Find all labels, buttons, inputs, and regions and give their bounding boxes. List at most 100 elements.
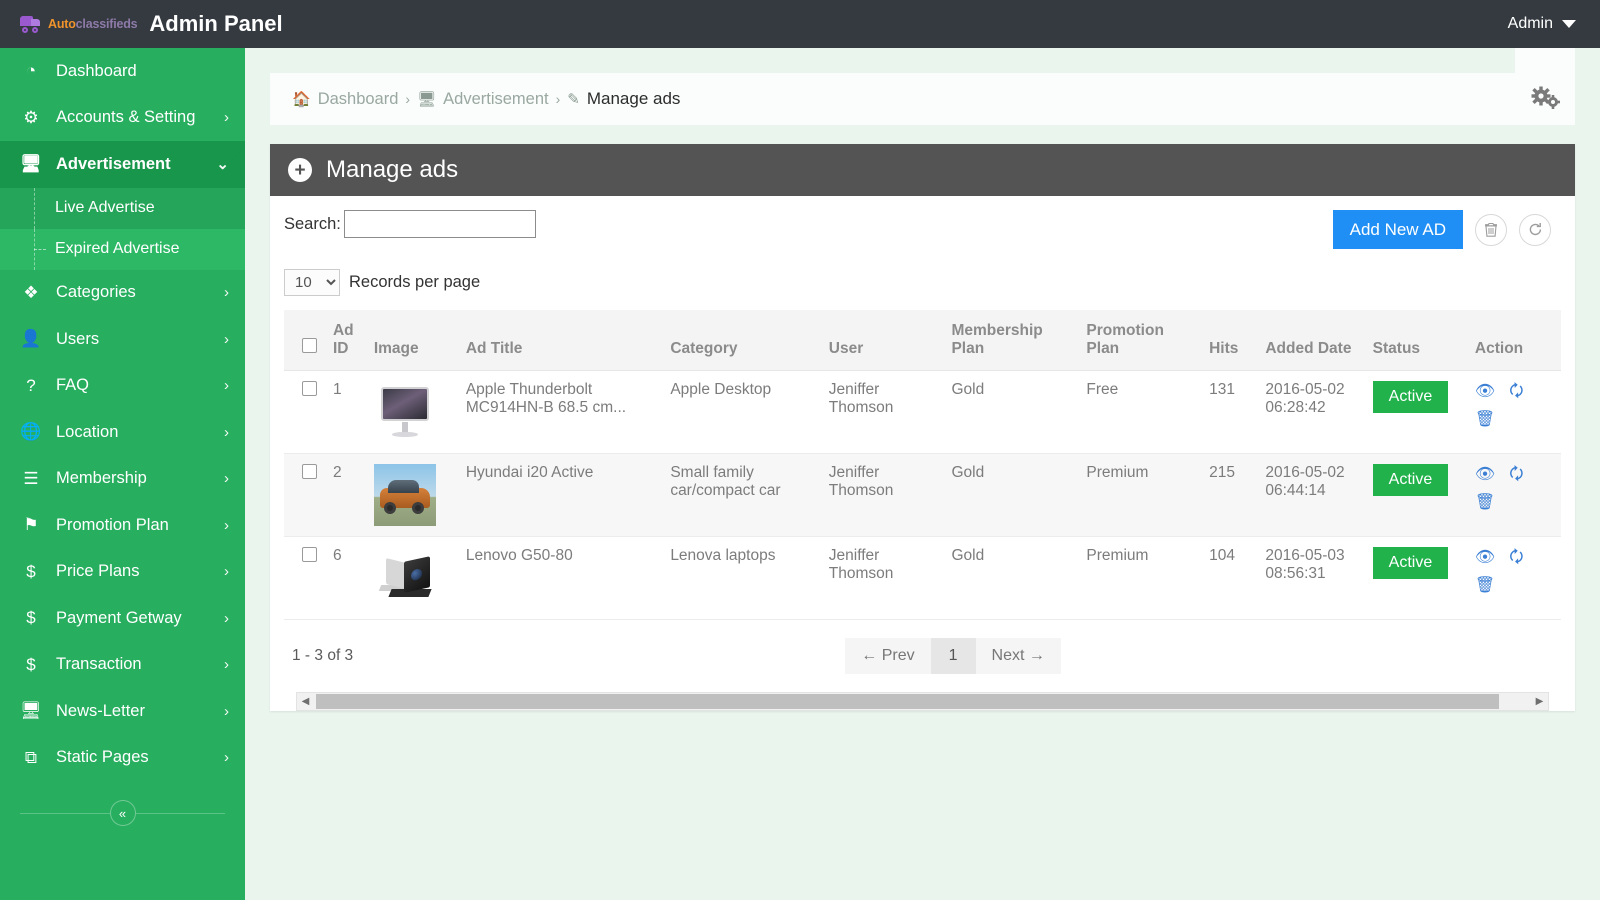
row-checkbox[interactable] — [302, 381, 317, 396]
brand-logo[interactable]: Autoclassifieds Admin Panel — [0, 0, 283, 48]
sidebar-item-news-letter[interactable]: 🖥 News-Letter › — [0, 688, 245, 735]
header-membership-plan[interactable]: Membership Plan — [945, 310, 1081, 371]
sidebar-item-categories[interactable]: ❖ Categories › — [0, 270, 245, 317]
settings-gear-button[interactable] — [1515, 48, 1575, 125]
brand-wordmark: Autoclassifieds — [48, 17, 138, 31]
header-ad-id[interactable]: Ad ID — [326, 310, 368, 371]
cell-hits: 215 — [1203, 453, 1260, 537]
edit-icon[interactable]: 🗘 — [1509, 550, 1523, 566]
chevron-right-icon[interactable]: ▶ — [1531, 693, 1548, 710]
bulk-delete-button[interactable] — [1475, 213, 1507, 246]
cell-ad-title: Hyundai i20 Active — [459, 453, 665, 537]
app-title: Admin Panel — [149, 11, 283, 36]
cell-ad-title: Lenovo G50-80 — [459, 536, 665, 620]
pagination-page-1[interactable]: 1 — [930, 638, 976, 674]
row-checkbox[interactable] — [302, 464, 317, 479]
sidebar-item-advertisement[interactable]: 🖥 Advertisement ⌄ — [0, 141, 245, 188]
table-footer: 1 - 3 of 3 ← Prev 1 Next → — [284, 620, 1561, 686]
main-content: 🏠 Dashboard › 🖥 Advertisement › ✎ Manage… — [245, 48, 1600, 900]
delete-icon[interactable]: 🗑 — [1475, 495, 1495, 511]
panel-body: Search: Add New AD 10 Records per page A… — [270, 196, 1575, 711]
sidebar-item-membership[interactable]: ☰ Membership › — [0, 456, 245, 503]
cell-image — [367, 536, 460, 620]
sidebar-item-price-plans[interactable]: $ Price Plans › — [0, 549, 245, 596]
sidebar-subitem-expired-advertise[interactable]: Expired Advertise — [0, 228, 245, 270]
edit-icon[interactable]: 🗘 — [1509, 467, 1523, 483]
sidebar-subitem-label: Live Advertise — [55, 199, 155, 216]
pagination-next[interactable]: Next → — [975, 638, 1061, 674]
breadcrumb-item-advertisement[interactable]: Advertisement — [443, 90, 548, 109]
sidebar-item-faq[interactable]: ? FAQ › — [0, 363, 245, 410]
sidebar-item-users[interactable]: 👤 Users › — [0, 316, 245, 363]
header-user[interactable]: User — [822, 310, 946, 371]
breadcrumb-item-dashboard[interactable]: Dashboard — [318, 90, 399, 109]
refresh-button[interactable] — [1519, 213, 1551, 246]
status-badge[interactable]: Active — [1372, 464, 1449, 496]
brand-wordmark-classifieds: classifieds — [75, 17, 138, 31]
delete-icon[interactable]: 🗑 — [1475, 412, 1495, 428]
toolbar: Search: Add New AD — [284, 210, 1561, 249]
delete-icon[interactable]: 🗑 — [1475, 578, 1495, 594]
page-title: Manage ads — [326, 156, 459, 183]
sidebar-collapse-button[interactable]: « — [109, 800, 136, 826]
sidebar-item-accounts-setting[interactable]: ⚙ Accounts & Setting › — [0, 95, 245, 142]
header-hits[interactable]: Hits — [1203, 310, 1260, 371]
search-label: Search: — [284, 214, 341, 233]
header-status[interactable]: Status — [1366, 310, 1469, 371]
monitor-icon: 🖥 — [20, 701, 42, 721]
cell-ad-id: 6 — [326, 536, 368, 620]
flag-icon: ⚑ — [23, 515, 39, 535]
cell-image — [367, 370, 460, 454]
sidebar-item-transaction[interactable]: $ Transaction › — [0, 642, 245, 689]
sidebar-item-static-pages[interactable]: ⧉ Static Pages › — [0, 735, 245, 782]
view-icon[interactable]: 👁 — [1475, 467, 1495, 483]
toolbar-actions: Add New AD — [1332, 210, 1561, 249]
chevron-right-icon: › — [224, 749, 229, 767]
edit-icon[interactable]: 🗘 — [1509, 384, 1523, 400]
header-action[interactable]: Action — [1468, 310, 1561, 371]
search-input[interactable] — [343, 210, 536, 238]
scrollbar-thumb[interactable] — [316, 694, 1499, 709]
sidebar-item-promotion-plan[interactable]: ⚑ Promotion Plan › — [0, 502, 245, 549]
sidebar-item-payment-getway[interactable]: $ Payment Getway › — [0, 595, 245, 642]
pagination-prev[interactable]: ← Prev — [845, 638, 931, 674]
cell-added-date: 2016-05-02 06:28:42 — [1259, 370, 1367, 454]
cell-membership-plan: Gold — [945, 536, 1081, 620]
breadcrumb: 🏠 Dashboard › 🖥 Advertisement › ✎ Manage… — [270, 48, 1575, 125]
header-category[interactable]: Category — [664, 310, 823, 371]
sidebar-subitem-label: Expired Advertise — [55, 240, 180, 257]
dollar-icon: $ — [26, 608, 36, 628]
car-thumbnail — [373, 464, 436, 526]
header-ad-title[interactable]: Ad Title — [459, 310, 665, 371]
select-all-checkbox[interactable] — [302, 338, 317, 353]
chevron-right-icon: › — [224, 516, 229, 534]
row-checkbox[interactable] — [302, 547, 317, 562]
chevron-down-icon: ⌄ — [216, 156, 229, 174]
header-promotion-plan[interactable]: Promotion Plan — [1080, 310, 1204, 371]
status-badge[interactable]: Active — [1372, 547, 1449, 579]
header-added-date[interactable]: Added Date — [1259, 310, 1367, 371]
horizontal-scrollbar[interactable]: ◀ ▶ — [296, 692, 1549, 711]
header-image[interactable]: Image — [367, 310, 460, 371]
cell-membership-plan: Gold — [945, 453, 1081, 537]
user-menu[interactable]: Admin — [1508, 15, 1600, 33]
view-icon[interactable]: 👁 — [1475, 550, 1495, 566]
cell-added-date: 2016-05-02 06:44:14 — [1259, 453, 1367, 537]
plus-circle-icon[interactable]: + — [288, 158, 312, 182]
sidebar-item-location[interactable]: 🌐 Location › — [0, 409, 245, 456]
cell-user: Jeniffer Thomson — [822, 370, 946, 454]
status-badge[interactable]: Active — [1372, 381, 1449, 413]
sidebar-item-dashboard[interactable]: ◔ Dashboard — [0, 48, 245, 95]
search-group: Search: — [284, 210, 536, 238]
sidebar-item-label: Users — [56, 329, 100, 348]
add-new-ad-button[interactable]: Add New AD — [1332, 210, 1463, 249]
dollar-icon: $ — [26, 561, 36, 581]
sidebar-subitem-live-advertise[interactable]: Live Advertise — [0, 187, 245, 229]
sidebar-item-label: FAQ — [56, 376, 90, 395]
sidebar-item-label: Categories — [56, 283, 136, 302]
chevron-left-icon[interactable]: ◀ — [297, 693, 314, 710]
sidebar-item-label: Dashboard — [56, 61, 137, 80]
view-icon[interactable]: 👁 — [1475, 384, 1495, 400]
manage-ads-panel: + Manage ads Search: Add New AD 10 Recor… — [270, 144, 1575, 711]
records-per-page-select[interactable]: 102550100 — [284, 269, 340, 296]
